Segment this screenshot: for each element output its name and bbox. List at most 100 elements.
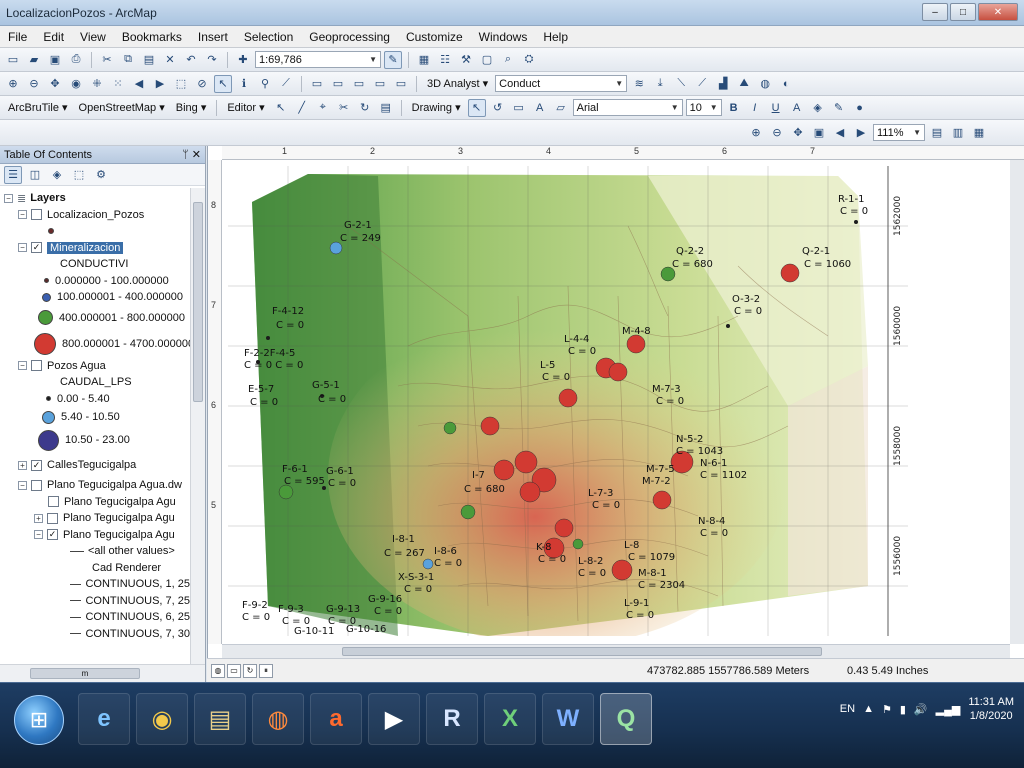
redo-icon[interactable]: ↷ <box>203 51 221 69</box>
scroll-thumb[interactable] <box>342 647 822 656</box>
refresh-icon[interactable]: ↻ <box>243 663 257 678</box>
measure-icon[interactable]: ⟋ <box>277 75 295 93</box>
save-icon[interactable]: ▣ <box>46 51 64 69</box>
fill-color-icon[interactable]: ◈ <box>809 99 827 117</box>
arcglobe-icon[interactable]: ◐ <box>777 75 795 93</box>
expand-icon[interactable]: + <box>18 460 27 470</box>
menu-windows[interactable]: Windows <box>471 30 536 44</box>
pin-icon[interactable]: ᛘ <box>182 149 189 161</box>
volume-icon[interactable]: 🔊 <box>914 703 928 716</box>
well-point[interactable] <box>493 459 515 481</box>
collapse-icon[interactable]: − <box>18 480 27 490</box>
font-size-combo[interactable]: 10 ▼ <box>685 99 722 116</box>
layout-icon-3[interactable]: ▭ <box>350 75 368 93</box>
layout-view-icon[interactable]: ▭ <box>227 663 241 678</box>
cut-icon[interactable]: ✂ <box>98 51 116 69</box>
well-point[interactable] <box>726 324 730 328</box>
zoom-100-icon[interactable]: ▣ <box>810 124 828 142</box>
r-studio-icon[interactable]: R <box>426 693 478 745</box>
paste-icon[interactable]: ▤ <box>140 51 158 69</box>
map-scale-combo[interactable]: 1:69,786 ▼ <box>255 51 381 68</box>
edit-tool-icon[interactable]: ↖ <box>272 99 290 117</box>
internet-explorer-icon[interactable]: e <box>78 693 130 745</box>
openstreetmap-menu[interactable]: OpenStreetMap ▾ <box>75 101 169 114</box>
pause-drawing-icon[interactable]: ⏸ <box>259 663 273 678</box>
print-icon[interactable]: ⎙ <box>67 51 85 69</box>
undo-icon[interactable]: ↶ <box>182 51 200 69</box>
split-icon[interactable]: ✂ <box>335 99 353 117</box>
visibility-checkbox[interactable] <box>31 209 42 221</box>
toggle-draft-icon[interactable]: ▤ <box>928 124 946 142</box>
layer-calles[interactable]: + ✓ CallesTegucigalpa <box>0 453 190 477</box>
maximize-button[interactable]: □ <box>950 3 976 21</box>
close-button[interactable]: ✕ <box>978 3 1018 21</box>
file-explorer-icon[interactable]: ▤ <box>194 693 246 745</box>
options-icon[interactable]: ⚙ <box>92 166 110 184</box>
layout-icon-1[interactable]: ▭ <box>308 75 326 93</box>
layer-pozos-agua[interactable]: − Pozos Agua <box>0 358 190 375</box>
page-forward-icon[interactable]: ▶ <box>852 124 870 142</box>
scroll-thumb[interactable]: m <box>30 668 140 679</box>
python-window-icon[interactable]: ▢ <box>478 51 496 69</box>
rectangle-icon[interactable]: ▭ <box>510 99 528 117</box>
zoom-out-icon[interactable]: ⊖ <box>25 75 43 93</box>
menu-help[interactable]: Help <box>535 30 576 44</box>
well-point[interactable] <box>443 421 457 435</box>
fixed-zoom-in-icon[interactable]: ⁜ <box>88 75 106 93</box>
pan-icon[interactable]: ✥ <box>46 75 64 93</box>
well-point[interactable] <box>608 362 628 382</box>
menu-selection[interactable]: Selection <box>236 30 301 44</box>
well-point[interactable] <box>278 484 294 500</box>
start-button[interactable]: ⊞ <box>14 695 64 745</box>
visibility-checkbox[interactable]: ✓ <box>31 242 42 254</box>
sublayer-plano[interactable]: Plano Tegucigalpa Agu <box>0 494 190 511</box>
drawing-menu[interactable]: Drawing ▾ <box>408 101 465 114</box>
zoom-in-icon[interactable]: ⊕ <box>4 75 22 93</box>
back-icon[interactable]: ◀ <box>130 75 148 93</box>
identify-icon[interactable]: ℹ <box>235 75 253 93</box>
well-point[interactable] <box>422 558 434 570</box>
expand-icon[interactable]: + <box>34 513 43 523</box>
network-icon[interactable]: ▮ <box>900 703 906 716</box>
collapse-icon[interactable]: − <box>18 361 27 371</box>
rotate-element-icon[interactable]: ↺ <box>489 99 507 117</box>
well-point[interactable] <box>652 490 672 510</box>
find-icon[interactable]: ⚲ <box>256 75 274 93</box>
clear-selection-icon[interactable]: ⊘ <box>193 75 211 93</box>
well-point[interactable] <box>554 518 574 538</box>
clock[interactable]: 11:31 AM 1/8/2020 <box>968 695 1014 723</box>
flag-icon[interactable]: ⚑ <box>882 703 892 716</box>
well-point[interactable] <box>519 481 541 503</box>
open-icon[interactable]: ▰ <box>25 51 43 69</box>
layout-vertical-scrollbar[interactable] <box>1010 160 1024 644</box>
fixed-zoom-out-icon[interactable]: ⁙ <box>109 75 127 93</box>
map-frame[interactable]: 1562000 1560000 1558000 1556000 G-2-1 C … <box>228 166 908 636</box>
layout-horizontal-scrollbar[interactable] <box>222 644 1010 658</box>
well-point[interactable] <box>611 559 633 581</box>
globe-icon[interactable]: ◍ <box>756 75 774 93</box>
close-panel-icon[interactable]: ✕ <box>192 149 201 161</box>
collapse-icon[interactable]: − <box>4 193 13 203</box>
menu-customize[interactable]: Customize <box>398 30 471 44</box>
delete-icon[interactable]: ✕ <box>161 51 179 69</box>
excel-icon[interactable]: X <box>484 693 536 745</box>
toc-vertical-scrollbar[interactable] <box>190 188 205 664</box>
interpolate-line-icon[interactable]: ⟋ <box>693 75 711 93</box>
layout-view[interactable]: 1 2 3 4 5 6 7 8 7 6 5 1562000 1560000 15… <box>207 146 1024 658</box>
change-layout-icon[interactable]: ▦ <box>970 124 988 142</box>
sublayer-plano[interactable]: − ✓ Plano Tegucigalpa Agu <box>0 527 190 544</box>
well-point[interactable] <box>854 220 858 224</box>
attributes-icon[interactable]: ▤ <box>377 99 395 117</box>
rotate-icon[interactable]: ↻ <box>356 99 374 117</box>
zoom-out-page-icon[interactable]: ⊖ <box>768 124 786 142</box>
well-point[interactable] <box>266 336 270 340</box>
well-point[interactable] <box>780 263 800 283</box>
search-window-icon[interactable]: ⌕ <box>499 51 517 69</box>
well-point[interactable] <box>514 450 538 474</box>
arcmap-icon[interactable]: Q <box>600 693 652 745</box>
layout-icon-4[interactable]: ▭ <box>371 75 389 93</box>
collapse-icon[interactable]: − <box>34 530 43 540</box>
select-features-icon[interactable]: ⬚ <box>172 75 190 93</box>
layers-root[interactable]: − ≣ Layers <box>0 190 190 207</box>
menu-edit[interactable]: Edit <box>35 30 72 44</box>
